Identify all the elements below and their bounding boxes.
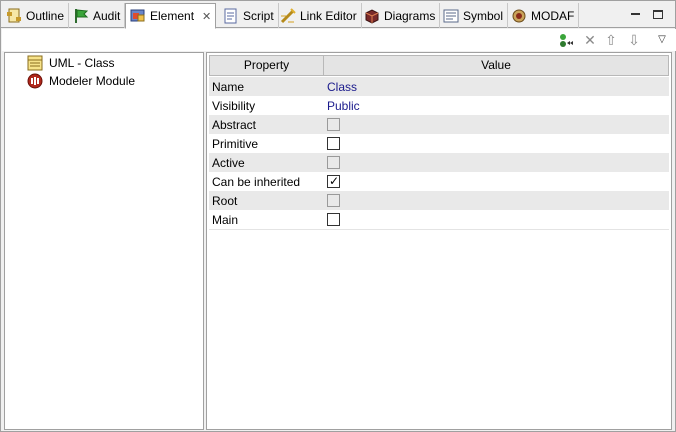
tab-audit-label: Audit [93, 8, 121, 23]
tree-item-uml-class[interactable]: UML - Class [27, 54, 115, 72]
table-row[interactable]: Primitive [209, 134, 669, 153]
table-row[interactable]: Main [209, 210, 669, 229]
view-menu-icon[interactable]: ▽ [654, 32, 670, 48]
view-tab-bar: Outline Audit Element ✕ Script Link Edit… [1, 1, 675, 29]
flag-icon [73, 8, 89, 24]
tab-audit[interactable]: Audit [69, 3, 126, 28]
delete-icon[interactable]: ✕ [582, 32, 598, 48]
property-name: Active [212, 155, 245, 170]
minimize-icon[interactable] [631, 13, 640, 15]
main-checkbox[interactable] [327, 213, 340, 226]
view-toolbar: ✕ ⇧ ⇩ ▽ [2, 29, 676, 51]
tree-item-label: Modeler Module [49, 74, 136, 88]
checkmark-icon: ✓ [329, 174, 340, 188]
abstract-checkbox[interactable] [327, 118, 340, 131]
table-row[interactable]: Can be inherited ✓ [209, 172, 669, 191]
modeler-module-icon [27, 73, 43, 89]
property-name: Abstract [212, 117, 257, 132]
element-icon [130, 8, 146, 24]
tab-outline[interactable]: Outline [2, 3, 70, 28]
close-icon[interactable]: ✕ [202, 10, 211, 23]
table-row[interactable]: Abstract [209, 115, 669, 134]
tab-modaf[interactable]: MODAF [507, 3, 580, 28]
tree-item-label: UML - Class [49, 56, 115, 70]
tab-element[interactable]: Element ✕ [125, 3, 217, 29]
tab-outline-label: Outline [26, 8, 65, 23]
tab-link-editor[interactable]: Link Editor [276, 3, 362, 28]
table-row[interactable]: Name Class [209, 77, 669, 96]
root-checkbox[interactable] [327, 194, 340, 207]
tab-modaf-label: MODAF [531, 8, 575, 23]
link-editor-icon [280, 7, 296, 24]
property-name: Name [212, 79, 245, 94]
property-name: Main [212, 212, 239, 227]
tab-diagrams[interactable]: Diagrams [360, 3, 441, 28]
tab-link-editor-label: Link Editor [300, 8, 357, 23]
property-value-field[interactable]: Public [323, 99, 669, 113]
table-row[interactable]: Active [209, 153, 669, 172]
add-property-icon[interactable] [558, 32, 574, 48]
tab-element-label: Element [150, 9, 195, 23]
table-bottom-divider [209, 229, 669, 230]
modaf-icon [511, 8, 527, 24]
script-icon [223, 8, 239, 24]
tab-symbol[interactable]: Symbol [439, 3, 509, 28]
table-row[interactable]: Root [209, 191, 669, 210]
symbol-icon [443, 8, 459, 24]
move-up-icon[interactable]: ⇧ [603, 32, 619, 48]
diagrams-icon [364, 8, 380, 24]
tab-script-label: Script [243, 8, 274, 23]
tab-symbol-label: Symbol [463, 8, 504, 23]
property-name: Root [212, 193, 238, 208]
can-be-inherited-checkbox[interactable]: ✓ [327, 174, 340, 188]
element-view: Outline Audit Element ✕ Script Link Edit… [0, 0, 676, 432]
maximize-icon[interactable] [653, 10, 663, 19]
property-value-field[interactable]: Class [323, 80, 669, 94]
property-name: Visibility [212, 98, 256, 113]
table-row[interactable]: Visibility Public [209, 96, 669, 115]
primitive-checkbox[interactable] [327, 137, 340, 150]
uml-class-icon [27, 55, 43, 71]
column-header-property[interactable]: Property [210, 56, 324, 75]
tree-item-modeler-module[interactable]: Modeler Module [27, 72, 135, 90]
outline-icon [6, 8, 22, 24]
table-header: Property Value [209, 55, 669, 76]
module-tree: UML - Class Modeler Module [4, 52, 204, 430]
tab-diagrams-label: Diagrams [384, 8, 436, 23]
property-name: Can be inherited [212, 174, 301, 189]
active-checkbox[interactable] [327, 156, 340, 169]
column-header-value[interactable]: Value [324, 56, 668, 75]
tab-script[interactable]: Script [219, 3, 279, 28]
move-down-icon[interactable]: ⇩ [626, 32, 642, 48]
property-name: Primitive [212, 136, 259, 151]
properties-table: Property Value Name Class Visibility Pub… [206, 52, 672, 430]
